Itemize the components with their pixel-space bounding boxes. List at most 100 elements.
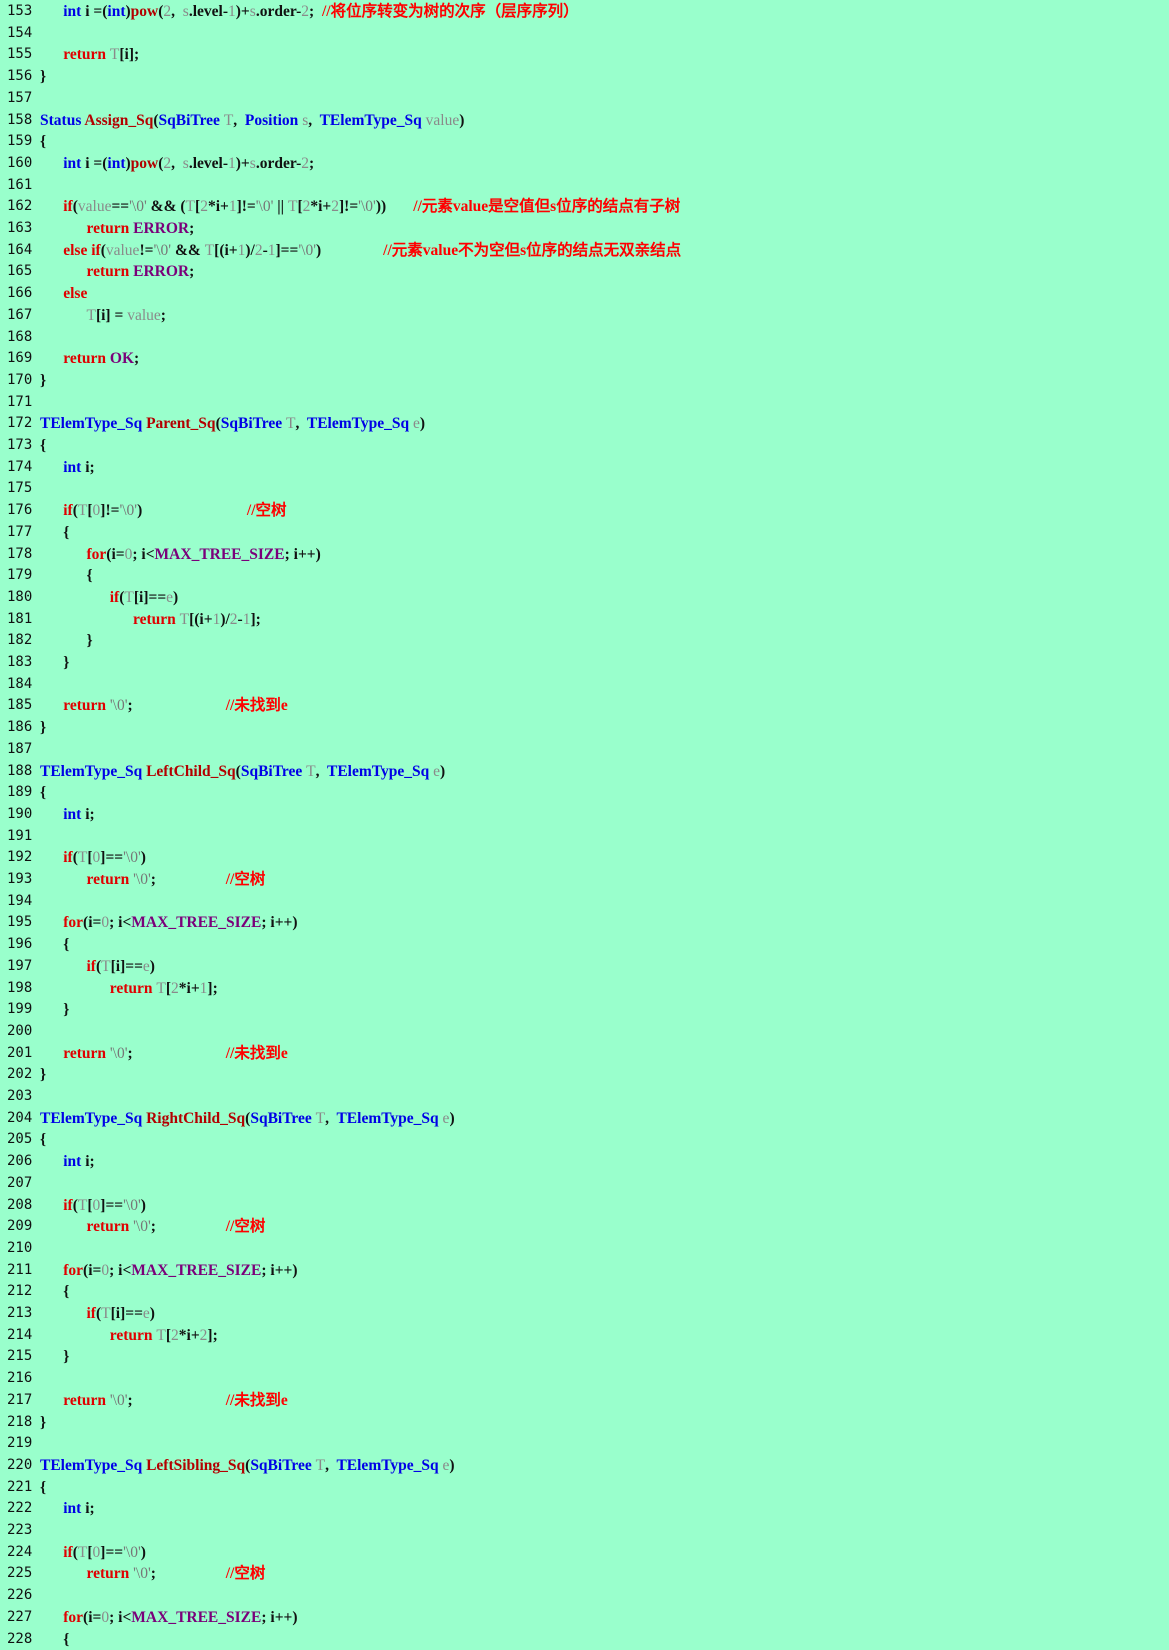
code-text[interactable]: if(T[i]==e): [40, 956, 155, 978]
line-number: 197: [7, 956, 33, 978]
line-number: 205: [7, 1129, 33, 1151]
code-token: {: [40, 1283, 69, 1300]
code-token: MAX_TREE_SIZE: [131, 1609, 261, 1626]
code-text[interactable]: TElemType_Sq LeftSibling_Sq(SqBiTree T, …: [40, 1455, 455, 1477]
code-token: '\0': [119, 502, 137, 519]
code-token: MAX_TREE_SIZE: [131, 914, 261, 931]
code-token: '\0': [129, 198, 147, 215]
code-text[interactable]: for(i=0; i<MAX_TREE_SIZE; i++): [40, 1607, 298, 1629]
code-text[interactable]: {: [40, 522, 69, 544]
code-text[interactable]: else if(value!='\0' && T[(i+1)/2-1]=='\0…: [40, 240, 681, 262]
code-token: Position: [245, 112, 298, 129]
code-text[interactable]: for(i=0; i<MAX_TREE_SIZE; i++): [40, 1260, 298, 1282]
code-token: '\0': [123, 849, 141, 866]
code-token: {: [40, 936, 69, 953]
code-text[interactable]: int i;: [40, 1498, 95, 1520]
code-text[interactable]: }: [40, 717, 46, 739]
code-text[interactable]: {: [40, 1281, 69, 1303]
code-token: 2: [171, 980, 179, 997]
code-editor[interactable]: 153 int i =(int)pow(2, s.level-1)+s.orde…: [0, 0, 1169, 1649]
line-number: 167: [7, 305, 33, 327]
code-text[interactable]: {: [40, 435, 46, 457]
code-token: ;: [189, 263, 194, 280]
code-text[interactable]: return '\0'; //未找到e: [40, 695, 288, 717]
code-token: [40, 611, 133, 628]
code-token: ;: [309, 155, 314, 172]
code-text[interactable]: return ERROR;: [40, 218, 194, 240]
code-token: 2: [230, 611, 238, 628]
code-text[interactable]: return '\0'; //未找到e: [40, 1043, 288, 1065]
code-text[interactable]: if(value=='\0' && (T[2*i+1]!='\0' || T[2…: [40, 196, 680, 218]
line-number: 208: [7, 1195, 33, 1217]
code-token: ERROR: [133, 220, 189, 237]
code-text[interactable]: {: [40, 131, 46, 153]
code-token: if: [63, 198, 72, 215]
code-text[interactable]: {: [40, 934, 69, 956]
code-text[interactable]: }: [40, 652, 69, 674]
code-text[interactable]: {: [40, 565, 93, 587]
code-text[interactable]: {: [40, 1629, 69, 1650]
code-token: ; i++): [261, 1609, 297, 1626]
line-number: 158: [7, 110, 33, 132]
code-text[interactable]: {: [40, 1129, 46, 1151]
code-text[interactable]: }: [40, 1064, 46, 1086]
code-text[interactable]: int i;: [40, 457, 95, 479]
code-token: //未找到e: [226, 697, 288, 714]
line-number: 176: [7, 500, 33, 522]
code-text[interactable]: return T[i];: [40, 44, 139, 66]
code-text[interactable]: if(T[i]==e): [40, 587, 178, 609]
code-text[interactable]: if(T[0]=='\0'): [40, 1195, 146, 1217]
code-text[interactable]: T[i] = value;: [40, 305, 166, 327]
code-text[interactable]: int i =(int)pow(2, s.level-1)+s.order-2;…: [40, 1, 579, 23]
code-token: ): [449, 1110, 454, 1127]
code-text[interactable]: {: [40, 782, 46, 804]
line-number: 215: [7, 1346, 33, 1368]
code-text[interactable]: }: [40, 370, 46, 392]
code-text[interactable]: Status Assign_Sq(SqBiTree T, Position s,…: [40, 110, 464, 132]
code-text[interactable]: {: [40, 1477, 46, 1499]
code-text[interactable]: }: [40, 1346, 69, 1368]
code-text[interactable]: if(T[0]=='\0'): [40, 1542, 146, 1564]
code-text[interactable]: int i;: [40, 1151, 95, 1173]
code-token: ;: [151, 1218, 226, 1235]
code-text[interactable]: TElemType_Sq Parent_Sq(SqBiTree T, TElem…: [40, 413, 425, 435]
code-text[interactable]: else: [40, 283, 87, 305]
code-text[interactable]: if(T[0]=='\0'): [40, 847, 146, 869]
code-token: *i+: [179, 980, 200, 997]
code-token: 1: [228, 155, 236, 172]
code-text[interactable]: if(T[0]!='\0') //空树: [40, 500, 287, 522]
line-number: 203: [7, 1086, 33, 1108]
code-text[interactable]: TElemType_Sq RightChild_Sq(SqBiTree T, T…: [40, 1108, 455, 1130]
code-text[interactable]: return OK;: [40, 348, 139, 370]
code-text[interactable]: return T[2*i+2];: [40, 1325, 218, 1347]
code-text[interactable]: return '\0'; //空树: [40, 1216, 265, 1238]
code-text[interactable]: return '\0'; //空树: [40, 1563, 265, 1585]
code-token: //元素value不为空但s位序的结点无双亲结点: [383, 242, 681, 259]
code-text[interactable]: }: [40, 66, 46, 88]
code-text[interactable]: for(i=0; i<MAX_TREE_SIZE; i++): [40, 544, 321, 566]
code-token: ERROR: [133, 263, 189, 280]
code-text[interactable]: int i =(int)pow(2, s.level-1)+s.order-2;: [40, 153, 314, 175]
code-text[interactable]: return ERROR;: [40, 261, 194, 283]
code-token: TElemType_Sq: [40, 1110, 142, 1127]
code-token: ,: [171, 155, 183, 172]
line-number: 188: [7, 761, 33, 783]
code-text[interactable]: return '\0'; //未找到e: [40, 1390, 288, 1412]
code-text[interactable]: return T[2*i+1];: [40, 978, 218, 1000]
code-text[interactable]: }: [40, 1412, 46, 1434]
line-number: 190: [7, 804, 33, 826]
code-text[interactable]: }: [40, 999, 69, 1021]
code-token: int: [63, 1500, 81, 1517]
code-token: ,: [325, 1110, 336, 1127]
code-text[interactable]: if(T[i]==e): [40, 1303, 155, 1325]
code-text[interactable]: for(i=0; i<MAX_TREE_SIZE; i++): [40, 912, 298, 934]
code-text[interactable]: return T[(i+1)/2-1];: [40, 609, 261, 631]
code-text[interactable]: }: [40, 630, 93, 652]
code-text[interactable]: return '\0'; //空树: [40, 869, 265, 891]
code-token: [40, 1045, 63, 1062]
code-token: return: [63, 697, 106, 714]
code-token: }: [40, 68, 46, 85]
code-text[interactable]: TElemType_Sq LeftChild_Sq(SqBiTree T, TE…: [40, 761, 445, 783]
code-text[interactable]: int i;: [40, 804, 95, 826]
code-token: TElemType_Sq: [40, 415, 142, 432]
